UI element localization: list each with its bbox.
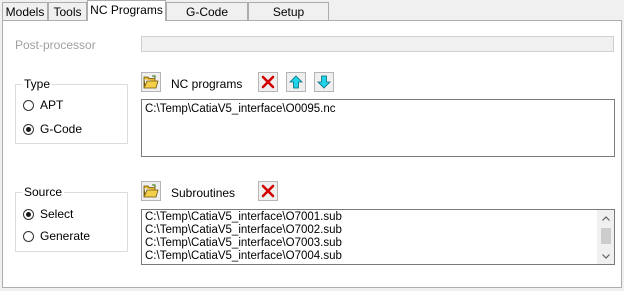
radio-label: Generate [40, 229, 91, 243]
delete-subroutine-button[interactable] [258, 181, 278, 201]
arrow-down-icon [317, 75, 331, 89]
radio-button[interactable] [23, 230, 34, 242]
open-nc-program-button[interactable] [141, 72, 161, 92]
tab-label: Models [5, 5, 45, 19]
open-subroutine-button[interactable] [141, 181, 161, 201]
delete-nc-program-button[interactable] [258, 72, 278, 92]
scroll-up-arrow-icon[interactable] [598, 210, 614, 226]
radio-button[interactable] [23, 123, 34, 135]
tab-tools[interactable]: Tools [48, 2, 87, 20]
nc-programs-panel: Post-processor Type APT G-Code NC progra… [2, 20, 622, 288]
tab-label: NC Programs [90, 3, 163, 17]
list-item[interactable]: C:\Temp\CatiaV5_interface\O0095.nc [142, 103, 614, 116]
radio-button[interactable] [23, 99, 34, 111]
tab-nc-programs[interactable]: NC Programs [87, 0, 166, 21]
nc-programs-list[interactable]: C:\Temp\CatiaV5_interface\O0095.nc [141, 99, 615, 157]
delete-x-icon [261, 184, 275, 198]
open-folder-icon [143, 184, 159, 198]
subroutines-label: Subroutines [171, 186, 236, 200]
radio-button[interactable] [23, 208, 34, 220]
postprocessor-label: Post-processor [15, 38, 96, 52]
tab-models[interactable]: Models [2, 2, 48, 20]
list-item[interactable]: C:\Temp\CatiaV5_interface\O7003.sub [142, 237, 614, 250]
list-item[interactable]: C:\Temp\CatiaV5_interface\O7004.sub [142, 250, 614, 263]
radio-label: G-Code [40, 122, 83, 136]
scroll-thumb[interactable] [601, 228, 611, 244]
move-down-button[interactable] [314, 72, 334, 92]
nc-programs-label: NC programs [171, 77, 243, 91]
tab-label: Tools [53, 5, 82, 19]
list-item[interactable]: C:\Temp\CatiaV5_interface\O7001.sub [142, 211, 614, 224]
source-group-title: Source [22, 185, 65, 199]
radio-generate[interactable]: Generate [23, 229, 90, 243]
move-up-button[interactable] [286, 72, 306, 92]
source-groupbox [15, 192, 128, 252]
radio-apt[interactable]: APT [23, 98, 63, 112]
list-item[interactable]: C:\Temp\CatiaV5_interface\O7002.sub [142, 224, 614, 237]
radio-select[interactable]: Select [23, 207, 73, 221]
open-folder-icon [143, 75, 159, 89]
tab-setup-template[interactable]: Setup template [248, 2, 329, 37]
radio-label: Select [40, 207, 74, 221]
type-group-title: Type [22, 77, 53, 91]
tab-gcode-offsets[interactable]: G-Code Offsets [166, 2, 248, 37]
radio-label: APT [40, 98, 64, 112]
postprocessor-field [141, 36, 614, 52]
radio-gcode[interactable]: G-Code [23, 122, 82, 136]
vertical-scrollbar[interactable] [597, 210, 614, 264]
arrow-up-icon [289, 75, 303, 89]
subroutines-list[interactable]: C:\Temp\CatiaV5_interface\O7001.sub C:\T… [141, 209, 615, 265]
delete-x-icon [261, 75, 275, 89]
scroll-down-arrow-icon[interactable] [598, 248, 614, 264]
